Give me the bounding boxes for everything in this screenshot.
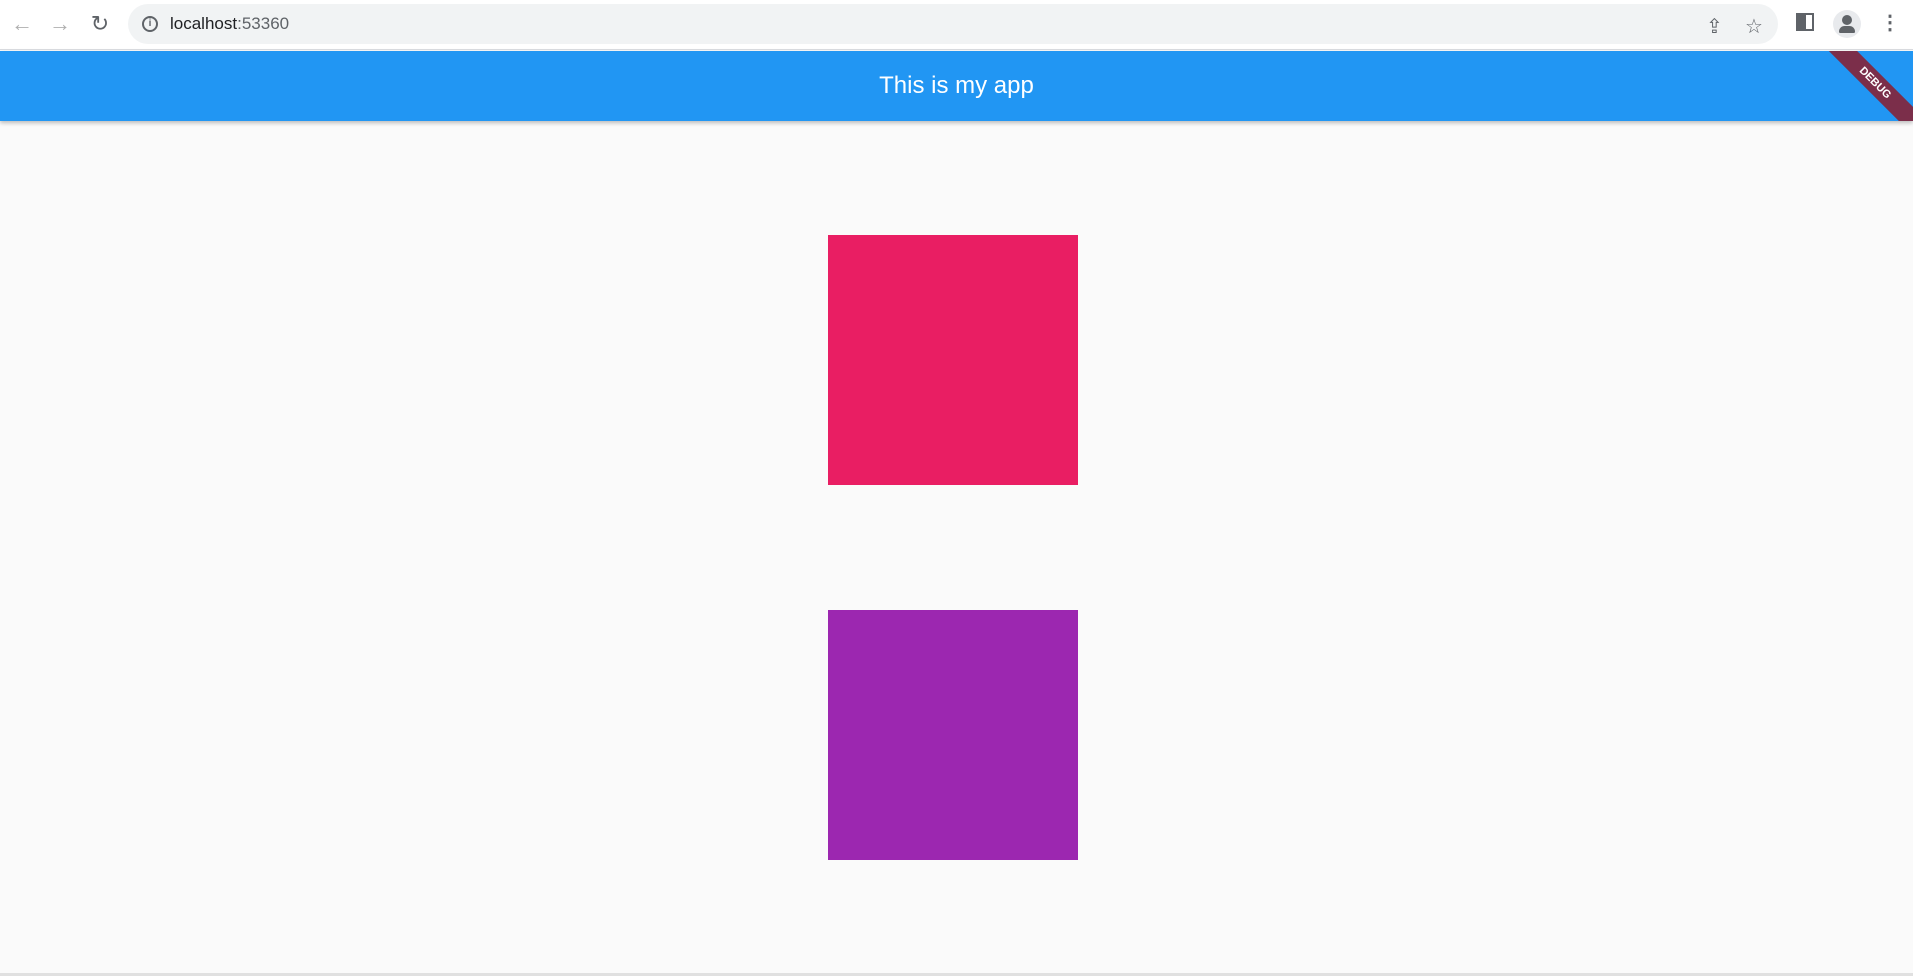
app-bar: This is my app DEBUG xyxy=(0,51,1913,121)
back-icon[interactable]: ← xyxy=(8,10,36,38)
menu-kebab-icon[interactable]: ⋮ xyxy=(1880,10,1900,35)
pink-square xyxy=(828,235,1078,485)
purple-square xyxy=(828,610,1078,860)
profile-avatar-icon[interactable] xyxy=(1833,10,1861,38)
address-bar[interactable]: i localhost:53360 ⇪ ☆ xyxy=(128,4,1778,44)
star-icon[interactable]: ☆ xyxy=(1745,14,1763,39)
url-text: localhost:53360 xyxy=(170,14,289,34)
browser-toolbar: ← → ↻ i localhost:53360 ⇪ ☆ ⋮ xyxy=(0,0,1913,50)
url-port: :53360 xyxy=(237,14,290,33)
url-host: localhost xyxy=(170,14,238,33)
reload-icon[interactable]: ↻ xyxy=(86,10,114,38)
app-title: This is my app xyxy=(879,72,1034,99)
forward-icon[interactable]: → xyxy=(46,10,74,38)
site-info-icon[interactable]: i xyxy=(142,16,158,32)
share-icon[interactable]: ⇪ xyxy=(1706,14,1723,39)
side-panel-icon[interactable] xyxy=(1796,13,1814,31)
